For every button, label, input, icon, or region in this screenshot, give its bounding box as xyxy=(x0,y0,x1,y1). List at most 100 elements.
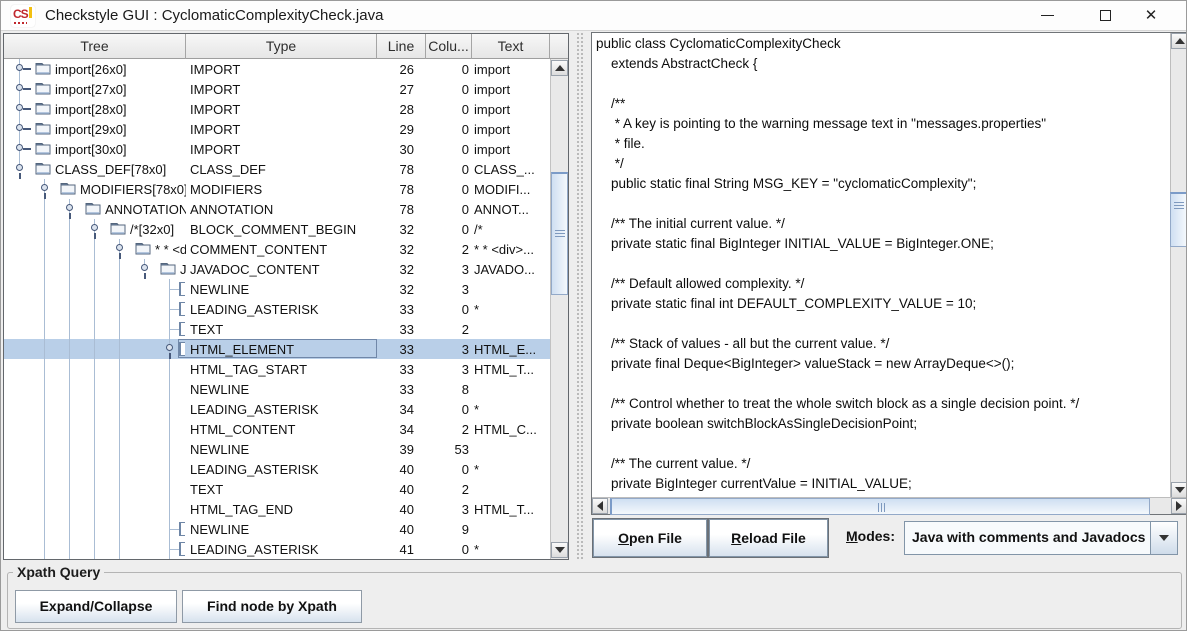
line-cell: 40 xyxy=(377,502,426,517)
type-cell: TEXT xyxy=(190,322,377,337)
column-header-type[interactable]: Type xyxy=(186,34,377,59)
tree-expand-handle[interactable] xyxy=(16,64,23,71)
column-cell: 3 xyxy=(426,282,472,297)
tree-expand-handle[interactable] xyxy=(16,164,23,171)
tree-table-row[interactable]: HTML_CONTENT342HTML_C... xyxy=(4,419,550,439)
title-bar: CS Checkstyle GUI : CyclomaticComplexity… xyxy=(1,1,1186,31)
code-vscrollbar-thumb[interactable] xyxy=(1170,192,1187,247)
reload-file-button[interactable]: Reload File xyxy=(709,519,828,557)
tree-table-row[interactable]: LEADING_ASTERISK400* xyxy=(4,459,550,479)
open-file-button[interactable]: Open File xyxy=(593,519,707,557)
tree-table-row[interactable]: MODIFIERS[78x0]MODIFIERS780MODIFI... xyxy=(4,179,550,199)
code-horizontal-scrollbar[interactable] xyxy=(592,497,1187,514)
column-cell: 0 xyxy=(426,102,472,117)
type-cell: LEADING_ASTERISK xyxy=(190,462,377,477)
column-header-colu[interactable]: Colu... xyxy=(426,34,472,59)
tree-node-cell xyxy=(4,539,186,559)
tree-table-row[interactable]: import[29x0]IMPORT290import xyxy=(4,119,550,139)
tree-scrollbar-thumb[interactable] xyxy=(551,172,568,295)
tree-scroll-down-button[interactable] xyxy=(551,542,568,558)
column-header-line[interactable]: Line xyxy=(377,34,426,59)
tree-node-label: import[29x0] xyxy=(55,122,127,137)
tree-table-row[interactable]: NEWLINE338 xyxy=(4,379,550,399)
close-button[interactable]: ✕ xyxy=(1128,1,1174,31)
code-vertical-scrollbar[interactable] xyxy=(1170,33,1187,498)
tree-table-row[interactable]: ANNOTATION[78x0]ANNOTATION780ANNOT... xyxy=(4,199,550,219)
code-scroll-left-button[interactable] xyxy=(592,498,608,514)
tree-scroll-up-button[interactable] xyxy=(551,60,568,76)
tree-table-row[interactable]: LEADING_ASTERISK330* xyxy=(4,299,550,319)
text-cell: * xyxy=(474,462,550,477)
tree-table-row[interactable]: CLASS_DEF[78x0]CLASS_DEF780CLASS_... xyxy=(4,159,550,179)
code-line: private BigInteger currentValue = INITIA… xyxy=(593,474,1171,494)
tree-expand-handle[interactable] xyxy=(166,344,173,351)
tree-expand-handle[interactable] xyxy=(16,104,23,111)
column-cell: 53 xyxy=(426,442,472,457)
source-code-text[interactable]: public class CyclomaticComplexityCheck e… xyxy=(593,34,1171,498)
code-hscrollbar-thumb[interactable] xyxy=(610,498,1150,515)
split-pane-divider[interactable] xyxy=(569,32,591,561)
code-scroll-down-button[interactable] xyxy=(1171,482,1187,498)
tree-expand-handle[interactable] xyxy=(16,144,23,151)
tree-node-label: import[28x0] xyxy=(55,102,127,117)
tree-table-row[interactable]: LEADING_ASTERISK340* xyxy=(4,399,550,419)
column-cell: 2 xyxy=(426,242,472,257)
type-cell: NEWLINE xyxy=(190,282,377,297)
clipped-leaf-icon xyxy=(179,302,185,316)
text-cell: import xyxy=(474,82,550,97)
tree-table-row[interactable]: NEWLINE3953 xyxy=(4,439,550,459)
column-cell: 0 xyxy=(426,82,472,97)
tree-node-cell: CLASS_DEF[78x0] xyxy=(4,159,186,179)
tree-table-row[interactable]: import[28x0]IMPORT280import xyxy=(4,99,550,119)
type-cell: IMPORT xyxy=(190,82,377,97)
tree-table-row[interactable]: /*[32x0]BLOCK_COMMENT_BEGIN320/* xyxy=(4,219,550,239)
minimize-button[interactable] xyxy=(1024,1,1070,31)
tree-table-row[interactable]: NEWLINE409 xyxy=(4,519,550,539)
find-node-by-xpath-button[interactable]: Find node by Xpath xyxy=(182,590,362,623)
tree-table-row[interactable]: JAVADOC_CONTENTJAVADOC_CONTENT323JAVADO.… xyxy=(4,259,550,279)
tree-table-row[interactable]: HTML_TAG_END403HTML_T... xyxy=(4,499,550,519)
tree-expand-handle[interactable] xyxy=(141,264,148,271)
tree-table-row[interactable]: TEXT332 xyxy=(4,319,550,339)
tree-table-row[interactable]: TEXT402 xyxy=(4,479,550,499)
code-line xyxy=(593,254,1171,274)
mode-select-combobox[interactable]: Java with comments and Javadocs xyxy=(904,521,1178,555)
divider-grip-icon xyxy=(576,32,585,561)
tree-table-row[interactable]: import[27x0]IMPORT270import xyxy=(4,79,550,99)
column-header-tree[interactable]: Tree xyxy=(4,34,186,59)
tree-expand-handle[interactable] xyxy=(16,84,23,91)
tree-table-row[interactable]: NEWLINE323 xyxy=(4,279,550,299)
expand-collapse-button[interactable]: Expand/Collapse xyxy=(15,590,177,623)
tree-expand-handle[interactable] xyxy=(41,184,48,191)
tree-vertical-scrollbar[interactable] xyxy=(550,59,568,559)
code-scroll-right-button[interactable] xyxy=(1171,498,1187,514)
tree-expand-handle[interactable] xyxy=(91,224,98,231)
tree-node-cell xyxy=(4,479,186,499)
tree-table-row[interactable]: HTML_TAG_START333HTML_T... xyxy=(4,359,550,379)
window-title: Checkstyle GUI : CyclomaticComplexityChe… xyxy=(45,7,383,24)
tree-node-cell: import[26x0] xyxy=(4,59,186,79)
tree-table-body[interactable]: import[26x0]IMPORT260importimport[27x0]I… xyxy=(4,59,550,559)
folder-icon xyxy=(35,162,51,179)
line-cell: 33 xyxy=(377,382,426,397)
tree-expand-handle[interactable] xyxy=(66,204,73,211)
arrow-right-icon xyxy=(1176,501,1182,511)
tree-expand-handle[interactable] xyxy=(16,124,23,131)
text-cell: HTML_C... xyxy=(474,422,550,437)
column-cell: 2 xyxy=(426,482,472,497)
tree-table-row[interactable]: * * <div>COMMENT_CONTENT322* * <div>... xyxy=(4,239,550,259)
column-cell: 0 xyxy=(426,302,472,317)
tree-table-row[interactable]: import[26x0]IMPORT260import xyxy=(4,59,550,79)
tree-table-row[interactable]: import[30x0]IMPORT300import xyxy=(4,139,550,159)
arrow-up-icon xyxy=(1175,38,1185,44)
tree-table-row[interactable]: LEADING_ASTERISK410* xyxy=(4,539,550,559)
tree-expand-handle[interactable] xyxy=(116,244,123,251)
arrow-down-icon xyxy=(555,547,565,553)
column-cell: 0 xyxy=(426,182,472,197)
code-scroll-up-button[interactable] xyxy=(1171,33,1187,49)
maximize-button[interactable] xyxy=(1082,1,1128,31)
combo-dropdown-button[interactable] xyxy=(1150,522,1177,554)
tree-table-row-selected[interactable]: HTML_ELEMENT333HTML_E... xyxy=(4,339,550,359)
column-header-text[interactable]: Text xyxy=(472,34,550,59)
line-cell: 30 xyxy=(377,142,426,157)
